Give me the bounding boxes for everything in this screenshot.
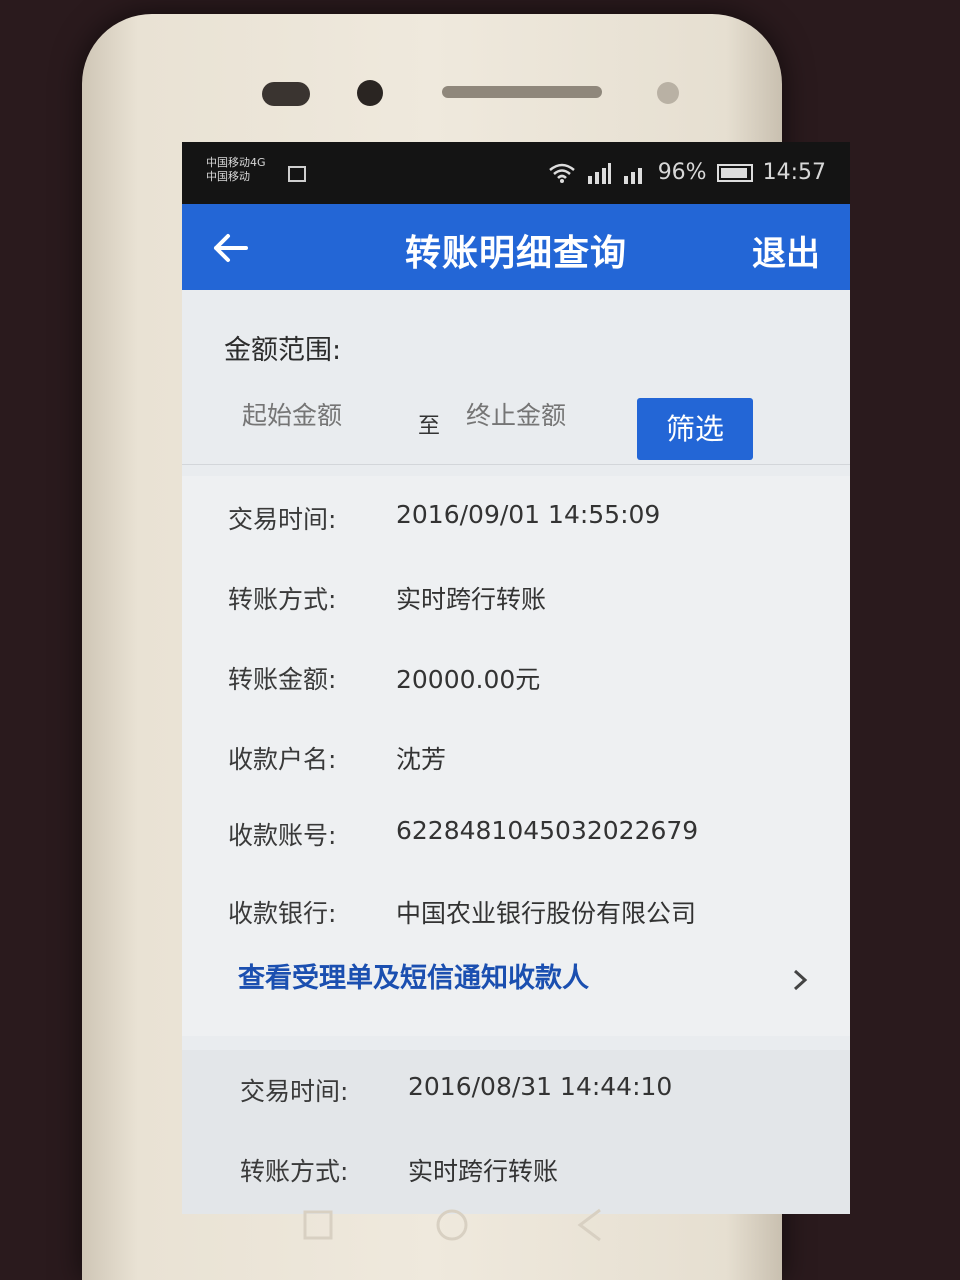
battery-percent: 96% <box>657 160 707 185</box>
time-label: 交易时间: <box>240 1077 349 1106</box>
phone-earpiece <box>262 82 310 106</box>
chevron-right-icon <box>793 969 808 991</box>
record-bank-row: 收款银行: 中国农业银行股份有限公司 <box>228 894 696 930</box>
amount-value: 20000.00元 <box>396 665 541 694</box>
time-value: 2016/08/31 14:44:10 <box>408 1072 673 1101</box>
start-amount-input[interactable] <box>240 400 394 431</box>
filter-button[interactable]: 筛选 <box>637 398 753 460</box>
view-receipt-link[interactable]: 查看受理单及短信通知收款人 <box>238 956 828 1026</box>
method-value: 实时跨行转账 <box>408 1157 559 1186</box>
app-bar: 转账明细查询 退出 <box>182 204 850 290</box>
record2-time-row: 交易时间: 2016/08/31 14:44:10 <box>240 1072 672 1108</box>
logout-button[interactable]: 退出 <box>752 226 820 275</box>
amount-filter-row: 至 筛选 <box>182 374 850 465</box>
method-label: 转账方式: <box>228 585 337 614</box>
record-method-row: 转账方式: 实时跨行转账 <box>228 580 546 616</box>
method-label: 转账方式: <box>240 1157 349 1186</box>
proximity-sensor <box>657 82 679 104</box>
amount-label: 转账金额: <box>228 665 337 694</box>
range-separator: 至 <box>418 414 441 439</box>
status-bar: 中国移动4G 中国移动 96% 14:57 <box>182 142 850 204</box>
payee-value: 沈芳 <box>396 745 447 774</box>
record-time-row: 交易时间: 2016/09/01 14:55:09 <box>228 500 660 536</box>
main-content: 金额范围: 至 筛选 交易时间: 2016/09/01 14:55:09 转账方… <box>182 290 850 1214</box>
transfer-record-2: 交易时间: 2016/08/31 14:44:10 转账方式: 实时跨行转账 <box>182 1050 850 1214</box>
sim-card-icon <box>288 166 306 182</box>
time-label: 交易时间: <box>228 505 337 534</box>
carrier-line1: 中国移动4G <box>206 156 266 169</box>
end-amount-input[interactable] <box>464 400 618 431</box>
front-camera <box>357 80 383 106</box>
transfer-record: 交易时间: 2016/09/01 14:55:09 转账方式: 实时跨行转账 转… <box>182 476 850 1036</box>
carrier-info: 中国移动4G 中国移动 <box>206 156 266 184</box>
wifi-icon <box>548 163 575 183</box>
signal-strength-icon-2 <box>623 167 642 184</box>
phone-screen: 中国移动4G 中国移动 96% 14:57 转账明细查询 退出 金额范围: 起始… <box>182 142 850 1214</box>
payee-label: 收款户名: <box>228 745 337 774</box>
record-amount-row: 转账金额: 20000.00元 <box>228 660 540 696</box>
view-receipt-link-label: 查看受理单及短信通知收款人 <box>238 963 589 994</box>
phone-frame: 中国移动4G 中国移动 96% 14:57 转账明细查询 退出 金额范围: 起始… <box>82 14 850 1280</box>
battery-icon <box>716 163 753 182</box>
bank-value: 中国农业银行股份有限公司 <box>396 899 697 928</box>
status-indicators: 96% 14:57 <box>548 160 826 185</box>
time-value: 2016/09/01 14:55:09 <box>396 500 661 529</box>
navigation-softkeys <box>303 1208 601 1242</box>
back-key-icon <box>577 1208 601 1242</box>
amount-range-label: 金额范围: <box>224 335 342 366</box>
home-icon <box>436 1209 468 1241</box>
method-value: 实时跨行转账 <box>396 585 547 614</box>
account-label: 收款账号: <box>228 821 337 850</box>
account-value: 6228481045032022679 <box>396 816 699 845</box>
record-account-row: 收款账号: 6228481045032022679 <box>228 816 698 852</box>
record-payee-row: 收款户名: 沈芳 <box>228 740 446 776</box>
signal-strength-icon <box>587 162 611 184</box>
carrier-line2: 中国移动 <box>206 170 250 183</box>
bank-label: 收款银行: <box>228 899 337 928</box>
record2-method-row: 转账方式: 实时跨行转账 <box>240 1152 558 1188</box>
recent-apps-icon <box>303 1210 333 1240</box>
clock: 14:57 <box>762 160 826 185</box>
page-title: 转账明细查询 <box>404 233 627 274</box>
phone-speaker <box>442 86 602 98</box>
